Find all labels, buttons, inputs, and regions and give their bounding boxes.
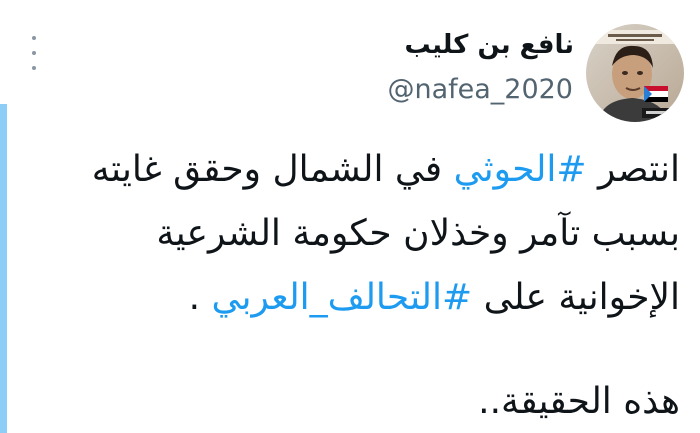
tweet-text-segment: انتصر <box>586 149 680 190</box>
more-vertical-icon-dot <box>32 66 36 70</box>
more-options-button[interactable] <box>29 36 39 70</box>
more-vertical-icon-dot <box>32 51 36 55</box>
tweet-line-3: الإخوانية على #التحالف_العربي . <box>10 266 680 330</box>
display-name[interactable]: نافع بن كليب <box>405 30 574 60</box>
hashtag-link[interactable]: #الحوثي <box>454 149 587 190</box>
tweet-line-1: انتصر #الحوثي في الشمال وحقق غايته <box>10 138 680 202</box>
tweet-text-segment: . <box>188 277 212 318</box>
thread-accent-bar <box>0 104 7 433</box>
tweet-text: انتصر #الحوثي في الشمال وحقق غايته بسبب … <box>10 138 680 433</box>
tweet-line-2: بسبب تآمر وخذلان حكومة الشرعية <box>156 213 680 254</box>
tweet-line-4: هذه الحقيقة.. <box>478 381 680 422</box>
tweet-text-segment: في الشمال وحقق غايته <box>91 149 454 190</box>
hashtag-link[interactable]: #التحالف_العربي <box>211 277 472 318</box>
user-handle[interactable]: @nafea_2020 <box>387 74 573 105</box>
avatar-photo <box>586 24 684 122</box>
avatar[interactable] <box>586 24 684 122</box>
tweet-text-segment: الإخوانية على <box>472 277 680 318</box>
tweet-card: نافع بن كليب @nafea_2020 انتصر #الحوثي ف… <box>0 0 700 433</box>
more-vertical-icon <box>32 36 36 40</box>
